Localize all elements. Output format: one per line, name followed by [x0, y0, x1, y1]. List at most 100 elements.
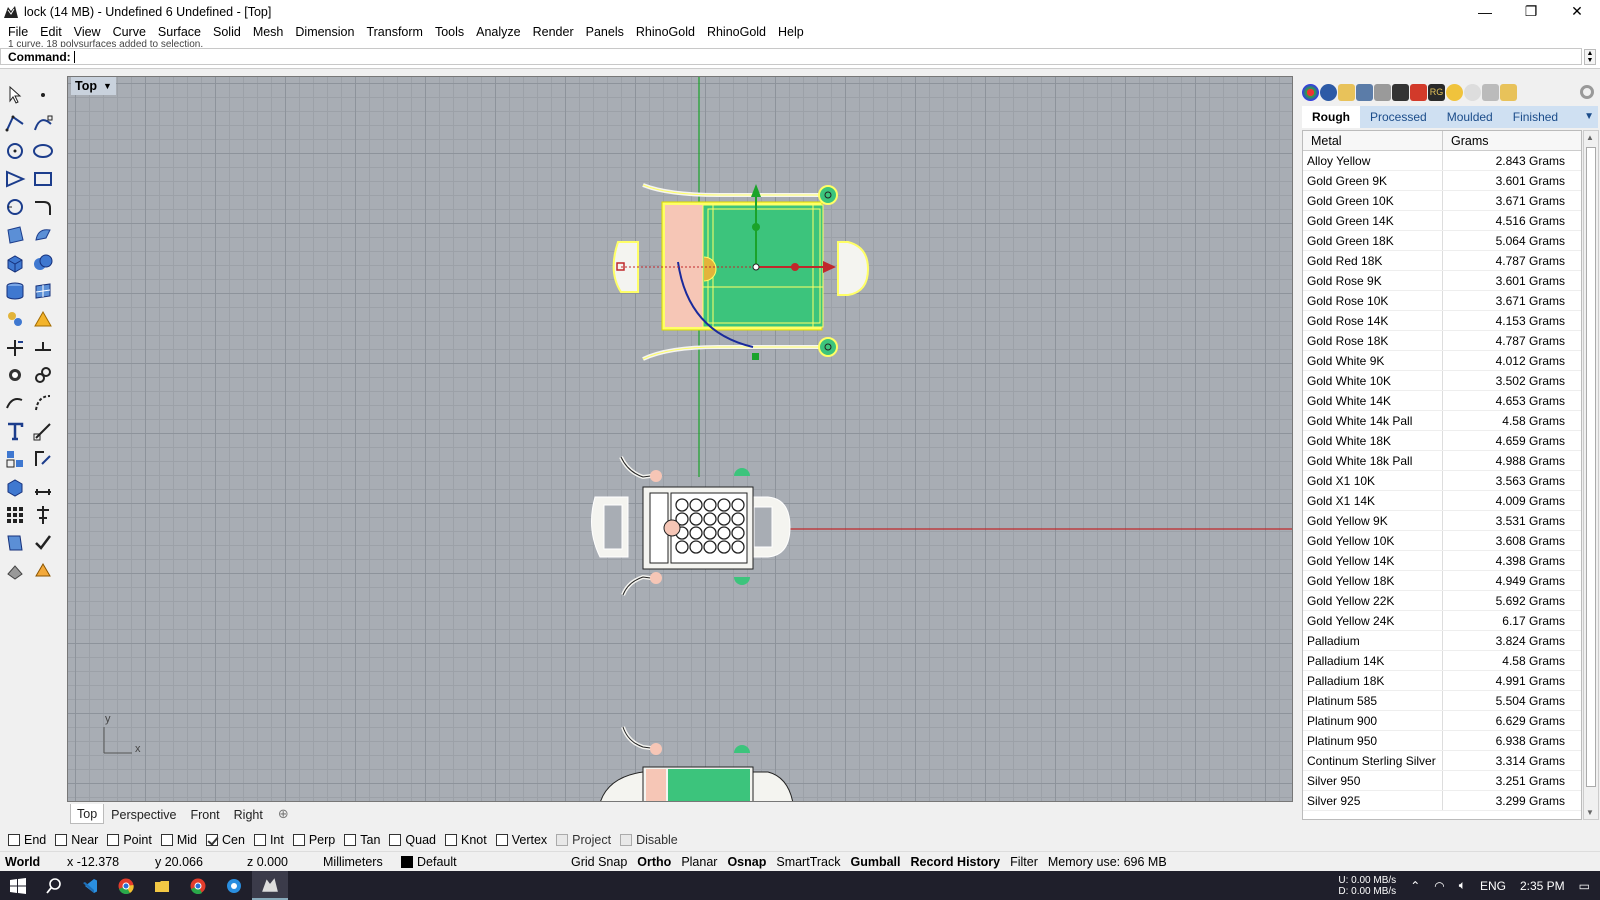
viewport-menu-arrow-icon[interactable]: ▼	[103, 81, 112, 91]
render-icon[interactable]	[2, 558, 28, 584]
scroll-thumb[interactable]	[1586, 147, 1596, 787]
osnap-cen[interactable]: Cen	[206, 833, 245, 847]
osnap-point[interactable]: Point	[107, 833, 152, 847]
folder-icon[interactable]	[1338, 84, 1355, 101]
table-row[interactable]: Gold Red 18K 4.787 Grams	[1303, 251, 1581, 271]
vscode-icon[interactable]	[72, 871, 108, 900]
wifi-icon[interactable]: ◠	[1434, 879, 1444, 893]
curve-cv-icon[interactable]	[30, 110, 56, 136]
tab-front[interactable]: Front	[183, 804, 226, 824]
layer-indicator[interactable]: Default	[396, 855, 566, 869]
dimension-icon[interactable]	[30, 418, 56, 444]
menu-mesh[interactable]: Mesh	[247, 23, 290, 42]
table-row[interactable]: Gold X1 14K 4.009 Grams	[1303, 491, 1581, 511]
menu-tools[interactable]: Tools	[429, 23, 470, 42]
file-explorer-icon[interactable]	[144, 871, 180, 900]
settings-icon[interactable]	[1464, 84, 1481, 101]
table-row[interactable]: Gold Yellow 14K 4.398 Grams	[1303, 551, 1581, 571]
text-icon[interactable]	[2, 418, 28, 444]
rhino-taskbar-icon[interactable]	[252, 871, 288, 900]
polyline-icon[interactable]	[2, 110, 28, 136]
menu-solid[interactable]: Solid	[207, 23, 247, 42]
tabs-dropdown-icon[interactable]: ▼	[1584, 111, 1594, 122]
osnap-vertex[interactable]: Vertex	[495, 833, 547, 847]
circle-icon[interactable]	[2, 138, 28, 164]
cylinder-icon[interactable]	[2, 278, 28, 304]
osnap-checkbox[interactable]	[253, 834, 266, 846]
cplane-label[interactable]: World	[0, 855, 62, 869]
record-history-toggle[interactable]: Record History	[906, 855, 1006, 869]
table-row[interactable]: Silver 925 3.299 Grams	[1303, 791, 1581, 811]
osnap-near[interactable]: Near	[55, 833, 98, 847]
table-row[interactable]: Gold Yellow 10K 3.608 Grams	[1303, 531, 1581, 551]
scroll-up-icon[interactable]: ▲	[1586, 133, 1594, 142]
panel-gear-icon[interactable]	[1580, 85, 1594, 99]
chrome-icon-2[interactable]	[180, 871, 216, 900]
osnap-checkbox[interactable]	[160, 834, 173, 846]
table-row[interactable]: Gold White 18K 4.659 Grams	[1303, 431, 1581, 451]
clock[interactable]: 2:35 PM	[1520, 879, 1565, 893]
tab-right[interactable]: Right	[227, 804, 270, 824]
osnap-mid[interactable]: Mid	[160, 833, 197, 847]
ortho-toggle[interactable]: Ortho	[632, 855, 676, 869]
boolean-union-icon[interactable]	[30, 250, 56, 276]
command-history-scroll[interactable]: ▲ ▼	[1584, 49, 1596, 65]
osnap-checkbox[interactable]	[344, 834, 357, 846]
notifications-icon[interactable]: ▭	[1579, 879, 1590, 893]
table-row[interactable]: Gold Yellow 22K 5.692 Grams	[1303, 591, 1581, 611]
osnap-toggle[interactable]: Osnap	[722, 855, 771, 869]
filter-toggle[interactable]: Filter	[1005, 855, 1043, 869]
menu-render[interactable]: Render	[527, 23, 580, 42]
scroll-down-icon[interactable]: ▼	[1586, 808, 1594, 817]
osnap-checkbox[interactable]	[556, 834, 569, 846]
fillet-edge-icon[interactable]	[2, 362, 28, 388]
group-icon[interactable]	[30, 362, 56, 388]
fillet-curve-icon[interactable]	[30, 194, 56, 220]
osnap-checkbox[interactable]	[389, 834, 402, 846]
table-row[interactable]: Gold Yellow 9K 3.531 Grams	[1303, 511, 1581, 531]
tab-rough[interactable]: Rough	[1302, 106, 1360, 128]
planar-toggle[interactable]: Planar	[676, 855, 722, 869]
osnap-quad[interactable]: Quad	[389, 833, 436, 847]
grid-array-icon[interactable]	[2, 502, 28, 528]
rebuild-icon[interactable]	[30, 390, 56, 416]
table-row[interactable]: Continum Sterling Silver 3.314 Grams	[1303, 751, 1581, 771]
table-row[interactable]: Gold X1 10K 3.563 Grams	[1303, 471, 1581, 491]
gumball-toggle[interactable]: Gumball	[845, 855, 905, 869]
arc-icon[interactable]	[2, 194, 28, 220]
table-row[interactable]: Gold Rose 9K 3.601 Grams	[1303, 271, 1581, 291]
split-icon[interactable]	[30, 334, 56, 360]
osnap-disable[interactable]: Disable	[620, 833, 678, 847]
wrench-icon[interactable]	[1374, 84, 1391, 101]
viewport-title[interactable]: Top ▼	[71, 77, 116, 95]
calendar-icon[interactable]	[1482, 84, 1499, 101]
table-row[interactable]: Gold White 10K 3.502 Grams	[1303, 371, 1581, 391]
table-row[interactable]: Gold White 18k Pall 4.988 Grams	[1303, 451, 1581, 471]
menu-analyze[interactable]: Analyze	[470, 23, 526, 42]
array-icon[interactable]	[2, 446, 28, 472]
column-grams[interactable]: Grams	[1443, 131, 1489, 150]
display-icon[interactable]	[1356, 84, 1373, 101]
osnap-checkbox[interactable]	[292, 834, 305, 846]
menu-rhinogold-2[interactable]: RhinoGold	[701, 23, 772, 42]
table-row[interactable]: Gold Rose 10K 3.671 Grams	[1303, 291, 1581, 311]
rhinogold-icon[interactable]: RG	[1428, 84, 1445, 101]
sweep-icon[interactable]	[30, 222, 56, 248]
gem-tools-icon[interactable]	[2, 306, 28, 332]
align-icon[interactable]	[30, 502, 56, 528]
menu-transform[interactable]: Transform	[360, 23, 429, 42]
box-solid-icon[interactable]	[2, 250, 28, 276]
polygon-icon[interactable]	[2, 166, 28, 192]
shield-icon[interactable]	[1410, 84, 1427, 101]
table-row[interactable]: Gold White 14k Pall 4.58 Grams	[1303, 411, 1581, 431]
app-circle-icon[interactable]	[216, 871, 252, 900]
table-row[interactable]: Gold Yellow 18K 4.949 Grams	[1303, 571, 1581, 591]
menu-help[interactable]: Help	[772, 23, 810, 42]
chevron-up-icon[interactable]: ⌃	[1410, 879, 1420, 893]
table-row[interactable]: Gold Rose 18K 4.787 Grams	[1303, 331, 1581, 351]
table-row[interactable]: Palladium 18K 4.991 Grams	[1303, 671, 1581, 691]
explode-icon[interactable]	[30, 306, 56, 332]
windows-start-icon[interactable]	[0, 871, 36, 900]
menu-rhinogold-1[interactable]: RhinoGold	[630, 23, 701, 42]
mesh-plane-icon[interactable]	[30, 278, 56, 304]
